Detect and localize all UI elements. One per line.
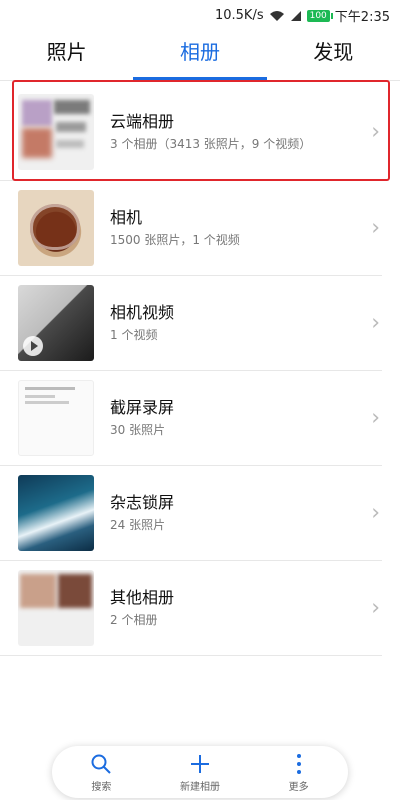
album-subtitle: 2 个相册	[110, 613, 158, 627]
album-meta: 杂志锁屏 24 张照片	[110, 492, 382, 534]
search-button[interactable]: 搜索	[61, 752, 141, 793]
new-album-button[interactable]: 新建相册	[160, 752, 240, 793]
album-title: 云端相册	[110, 112, 175, 131]
album-thumbnail	[18, 570, 94, 646]
network-speed: 10.5K/s	[214, 8, 264, 23]
tab-albums[interactable]: 相册	[133, 28, 267, 80]
album-row-screenshots[interactable]: 截屏录屏 30 张照片 ›	[0, 371, 382, 466]
album-title: 相机视频	[110, 303, 175, 322]
chevron-right-icon: ›	[371, 119, 380, 145]
album-thumbnail	[18, 285, 94, 361]
album-thumbnail	[18, 380, 94, 456]
album-title: 截屏录屏	[110, 398, 175, 417]
status-bar-right: 10.5K/s 100 下午2:35	[215, 6, 390, 25]
album-subtitle: 1 个视频	[110, 328, 158, 342]
tab-photos[interactable]: 照片	[0, 28, 133, 80]
album-meta: 相机 1500 张照片，1 个视频	[110, 207, 382, 249]
chevron-right-icon: ›	[371, 310, 380, 336]
more-button[interactable]: 更多	[259, 752, 339, 793]
album-subtitle: 1500 张照片，1 个视频	[110, 233, 240, 247]
album-subtitle: 30 张照片	[110, 423, 166, 437]
plus-icon	[160, 752, 240, 776]
more-vertical-icon	[259, 752, 339, 776]
wifi-icon	[269, 10, 285, 22]
chevron-right-icon: ›	[371, 405, 380, 431]
album-meta: 截屏录屏 30 张照片	[110, 397, 382, 439]
album-thumbnail	[18, 94, 94, 170]
chevron-right-icon: ›	[371, 500, 380, 526]
album-row-camera[interactable]: 相机 1500 张照片，1 个视频 ›	[0, 181, 382, 276]
album-row-camera-video[interactable]: 相机视频 1 个视频 ›	[0, 276, 382, 371]
sim-icon	[290, 10, 302, 22]
status-bar: 10.5K/s 100 下午2:35	[0, 0, 400, 28]
album-row-other[interactable]: 其他相册 2 个相册 ›	[0, 561, 382, 656]
album-title: 其他相册	[110, 588, 175, 607]
album-list: 云端相册 3 个相册（3413 张照片，9 个视频） › 相机 1500 张照片…	[0, 84, 400, 656]
play-icon	[23, 336, 43, 356]
album-row-cloud[interactable]: 云端相册 3 个相册（3413 张照片，9 个视频） ›	[0, 84, 382, 181]
album-subtitle: 3 个相册（3413 张照片，9 个视频）	[110, 137, 312, 151]
album-title: 相机	[110, 208, 143, 227]
top-tabs: 照片 相册 发现	[0, 28, 400, 81]
battery-icon: 100	[306, 9, 334, 22]
album-meta: 相机视频 1 个视频	[110, 302, 382, 344]
album-subtitle: 24 张照片	[110, 518, 166, 532]
search-icon	[61, 752, 141, 776]
album-title: 杂志锁屏	[110, 493, 175, 512]
album-meta: 其他相册 2 个相册	[110, 587, 382, 629]
album-thumbnail	[18, 190, 94, 266]
album-row-magazine-lock[interactable]: 杂志锁屏 24 张照片 ›	[0, 466, 382, 561]
search-label: 搜索	[91, 781, 112, 793]
album-thumbnail	[18, 475, 94, 551]
album-meta: 云端相册 3 个相册（3413 张照片，9 个视频）	[110, 111, 382, 153]
clock: 下午2:35	[334, 10, 390, 25]
bottom-action-bar: 搜索 新建相册 更多	[52, 746, 348, 798]
chevron-right-icon: ›	[371, 595, 380, 621]
new-album-label: 新建相册	[179, 781, 220, 793]
more-label: 更多	[288, 781, 309, 793]
chevron-right-icon: ›	[371, 215, 380, 241]
tab-discover[interactable]: 发现	[267, 28, 400, 80]
